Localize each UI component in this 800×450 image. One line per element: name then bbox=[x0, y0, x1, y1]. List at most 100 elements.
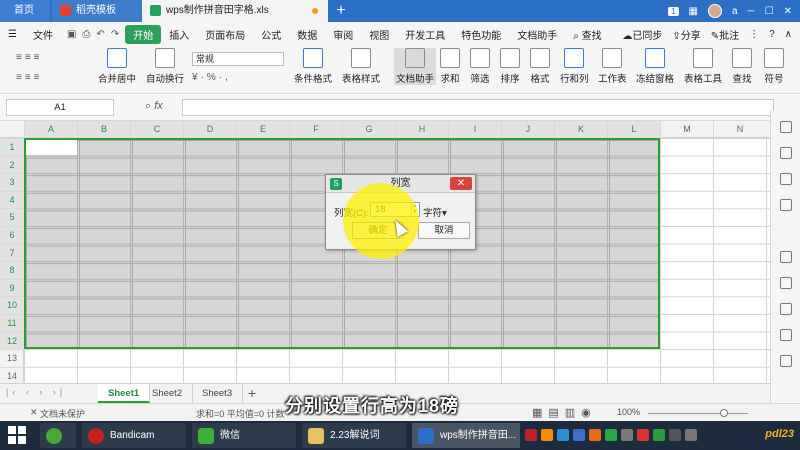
row-col-button[interactable]: 行和列 bbox=[560, 48, 589, 85]
column-header[interactable]: I bbox=[448, 121, 501, 138]
sync-button[interactable]: ☁已同步 bbox=[622, 27, 662, 42]
doc-icon[interactable] bbox=[780, 329, 792, 341]
name-box[interactable]: A1 bbox=[6, 99, 114, 116]
backup-icon[interactable] bbox=[780, 251, 792, 263]
print-icon[interactable]: ⎙ bbox=[82, 29, 90, 40]
avatar[interactable] bbox=[707, 4, 722, 18]
tray-app-icon[interactable] bbox=[541, 429, 553, 441]
format-button[interactable]: 格式 bbox=[530, 48, 550, 85]
tab-home[interactable]: 首页 bbox=[0, 0, 50, 22]
hamburger-icon[interactable]: ☰ bbox=[0, 29, 25, 40]
column-header[interactable]: D bbox=[183, 121, 236, 138]
align-buttons-row2[interactable]: ≡≡≡ bbox=[16, 72, 43, 83]
symbol-button[interactable]: 符号 bbox=[764, 48, 784, 85]
shapes-icon[interactable] bbox=[780, 199, 792, 211]
menu-page-layout[interactable]: 页面布局 bbox=[197, 27, 253, 42]
column-header[interactable]: K bbox=[554, 121, 607, 138]
column-header[interactable]: M bbox=[660, 121, 713, 138]
row-header[interactable]: 2 bbox=[0, 155, 24, 174]
collapse-ribbon-icon[interactable]: ∧ bbox=[785, 29, 792, 40]
undo-icon[interactable]: ↶ bbox=[96, 29, 104, 40]
taskbar-wechat[interactable]: 微信 bbox=[192, 423, 296, 448]
row-header[interactable]: 5 bbox=[0, 208, 24, 226]
skin-icon[interactable]: ▦ bbox=[689, 6, 698, 17]
zoom-formula-icon[interactable]: ⌕ bbox=[145, 100, 151, 112]
notification-badge[interactable]: 1 bbox=[668, 6, 679, 16]
sum-button[interactable]: 求和 bbox=[440, 48, 460, 85]
menu-file[interactable]: 文件 bbox=[25, 27, 61, 42]
share-button[interactable]: ⇪分享 bbox=[672, 27, 700, 42]
row-header[interactable]: 4 bbox=[0, 190, 24, 209]
column-header[interactable]: H bbox=[395, 121, 448, 138]
worksheet-button[interactable]: 工作表 bbox=[598, 48, 627, 85]
menu-formulas[interactable]: 公式 bbox=[253, 27, 289, 42]
taskbar-wps[interactable]: wps制作拼音田... bbox=[412, 423, 520, 448]
tray-network-icon[interactable] bbox=[573, 429, 585, 441]
tray-flag-icon[interactable] bbox=[669, 429, 681, 441]
minimize-icon[interactable]: ─ bbox=[748, 6, 755, 17]
column-header[interactable]: B bbox=[77, 121, 130, 138]
add-sheet-button[interactable]: + bbox=[248, 384, 256, 402]
settings-small-icon[interactable]: ✕ bbox=[30, 407, 38, 418]
new-tab-button[interactable]: + bbox=[334, 1, 348, 21]
align-buttons[interactable]: ≡≡≡ bbox=[16, 52, 43, 63]
sheet-tab-3[interactable]: Sheet3 bbox=[192, 384, 244, 403]
sort-button[interactable]: 排序 bbox=[500, 48, 520, 85]
table-tools-button[interactable]: 表格工具 bbox=[684, 48, 722, 85]
tray-volume-icon[interactable] bbox=[637, 429, 649, 441]
taskbar-folder[interactable]: 2.23解说词 bbox=[302, 423, 406, 448]
row-header[interactable]: 8 bbox=[0, 261, 24, 279]
close-icon[interactable]: ✕ bbox=[784, 6, 792, 17]
column-header[interactable]: F bbox=[289, 121, 342, 138]
column-header[interactable]: G bbox=[342, 121, 395, 138]
taskbar-bandicam[interactable]: Bandicam bbox=[82, 423, 186, 448]
tray-keyboard-icon[interactable] bbox=[621, 429, 633, 441]
find-button[interactable]: 查找 bbox=[732, 48, 752, 85]
maximize-icon[interactable]: ☐ bbox=[765, 6, 774, 17]
tab-document[interactable]: wps制作拼音田字格.xls bbox=[142, 0, 328, 22]
fx-icon[interactable]: ⌕ fx bbox=[145, 100, 163, 113]
wrap-text-button[interactable]: 自动换行 bbox=[146, 48, 184, 85]
tray-cloud-icon[interactable] bbox=[557, 429, 569, 441]
menu-insert[interactable]: 插入 bbox=[161, 27, 197, 42]
row-header[interactable]: 12 bbox=[0, 331, 24, 350]
column-header[interactable]: A bbox=[24, 121, 77, 138]
row-header[interactable]: 9 bbox=[0, 278, 24, 297]
row-header[interactable]: 13 bbox=[0, 349, 24, 367]
column-header[interactable]: N bbox=[713, 121, 766, 138]
row-header[interactable]: 7 bbox=[0, 243, 24, 262]
tray-battery-icon[interactable] bbox=[653, 429, 665, 441]
style-icon[interactable] bbox=[780, 147, 792, 159]
tray-ime-icon[interactable] bbox=[685, 429, 697, 441]
taskbar-browser[interactable] bbox=[40, 423, 76, 448]
column-header[interactable]: L bbox=[607, 121, 660, 138]
zoom-level[interactable]: 100% bbox=[617, 407, 640, 417]
menu-search[interactable]: ⌕ 查找 bbox=[565, 27, 609, 42]
filter-button[interactable]: 筛选 bbox=[470, 48, 490, 85]
row-header[interactable]: 14 bbox=[0, 366, 24, 383]
view-mode-icons[interactable]: ▦▤▥◉ bbox=[532, 406, 597, 419]
menu-view[interactable]: 视图 bbox=[361, 27, 397, 42]
freeze-panes-button[interactable]: 冻结窗格 bbox=[636, 48, 674, 85]
row-header[interactable]: 10 bbox=[0, 296, 24, 314]
number-format-buttons[interactable]: ¥·%·, bbox=[192, 72, 231, 83]
formula-input[interactable] bbox=[182, 99, 774, 116]
share-panel-icon[interactable] bbox=[780, 277, 792, 289]
help-icon[interactable]: ? bbox=[769, 29, 775, 40]
tray-record-icon[interactable] bbox=[525, 429, 537, 441]
windows-start-icon[interactable] bbox=[8, 426, 26, 444]
doc-helper-button[interactable]: 文档助手 bbox=[394, 48, 437, 85]
conditional-format-button[interactable]: 条件格式 bbox=[294, 48, 332, 85]
menu-home[interactable]: 开始 bbox=[125, 24, 162, 44]
dialog-close-button[interactable]: ✕ bbox=[450, 177, 472, 190]
table-style-button[interactable]: 表格样式 bbox=[342, 48, 380, 85]
number-format-select[interactable]: 常规 bbox=[192, 52, 284, 66]
tray-security-icon[interactable] bbox=[589, 429, 601, 441]
pointer-icon[interactable] bbox=[780, 121, 792, 133]
zoom-slider[interactable] bbox=[648, 413, 748, 414]
unit-select[interactable]: 字符▾ bbox=[423, 205, 447, 219]
sheet-tab-2[interactable]: Sheet2 bbox=[142, 384, 194, 403]
settings-icon[interactable] bbox=[780, 173, 792, 185]
tab-daoke-templates[interactable]: 稻壳模板 bbox=[52, 0, 142, 22]
info-icon[interactable] bbox=[780, 355, 792, 367]
